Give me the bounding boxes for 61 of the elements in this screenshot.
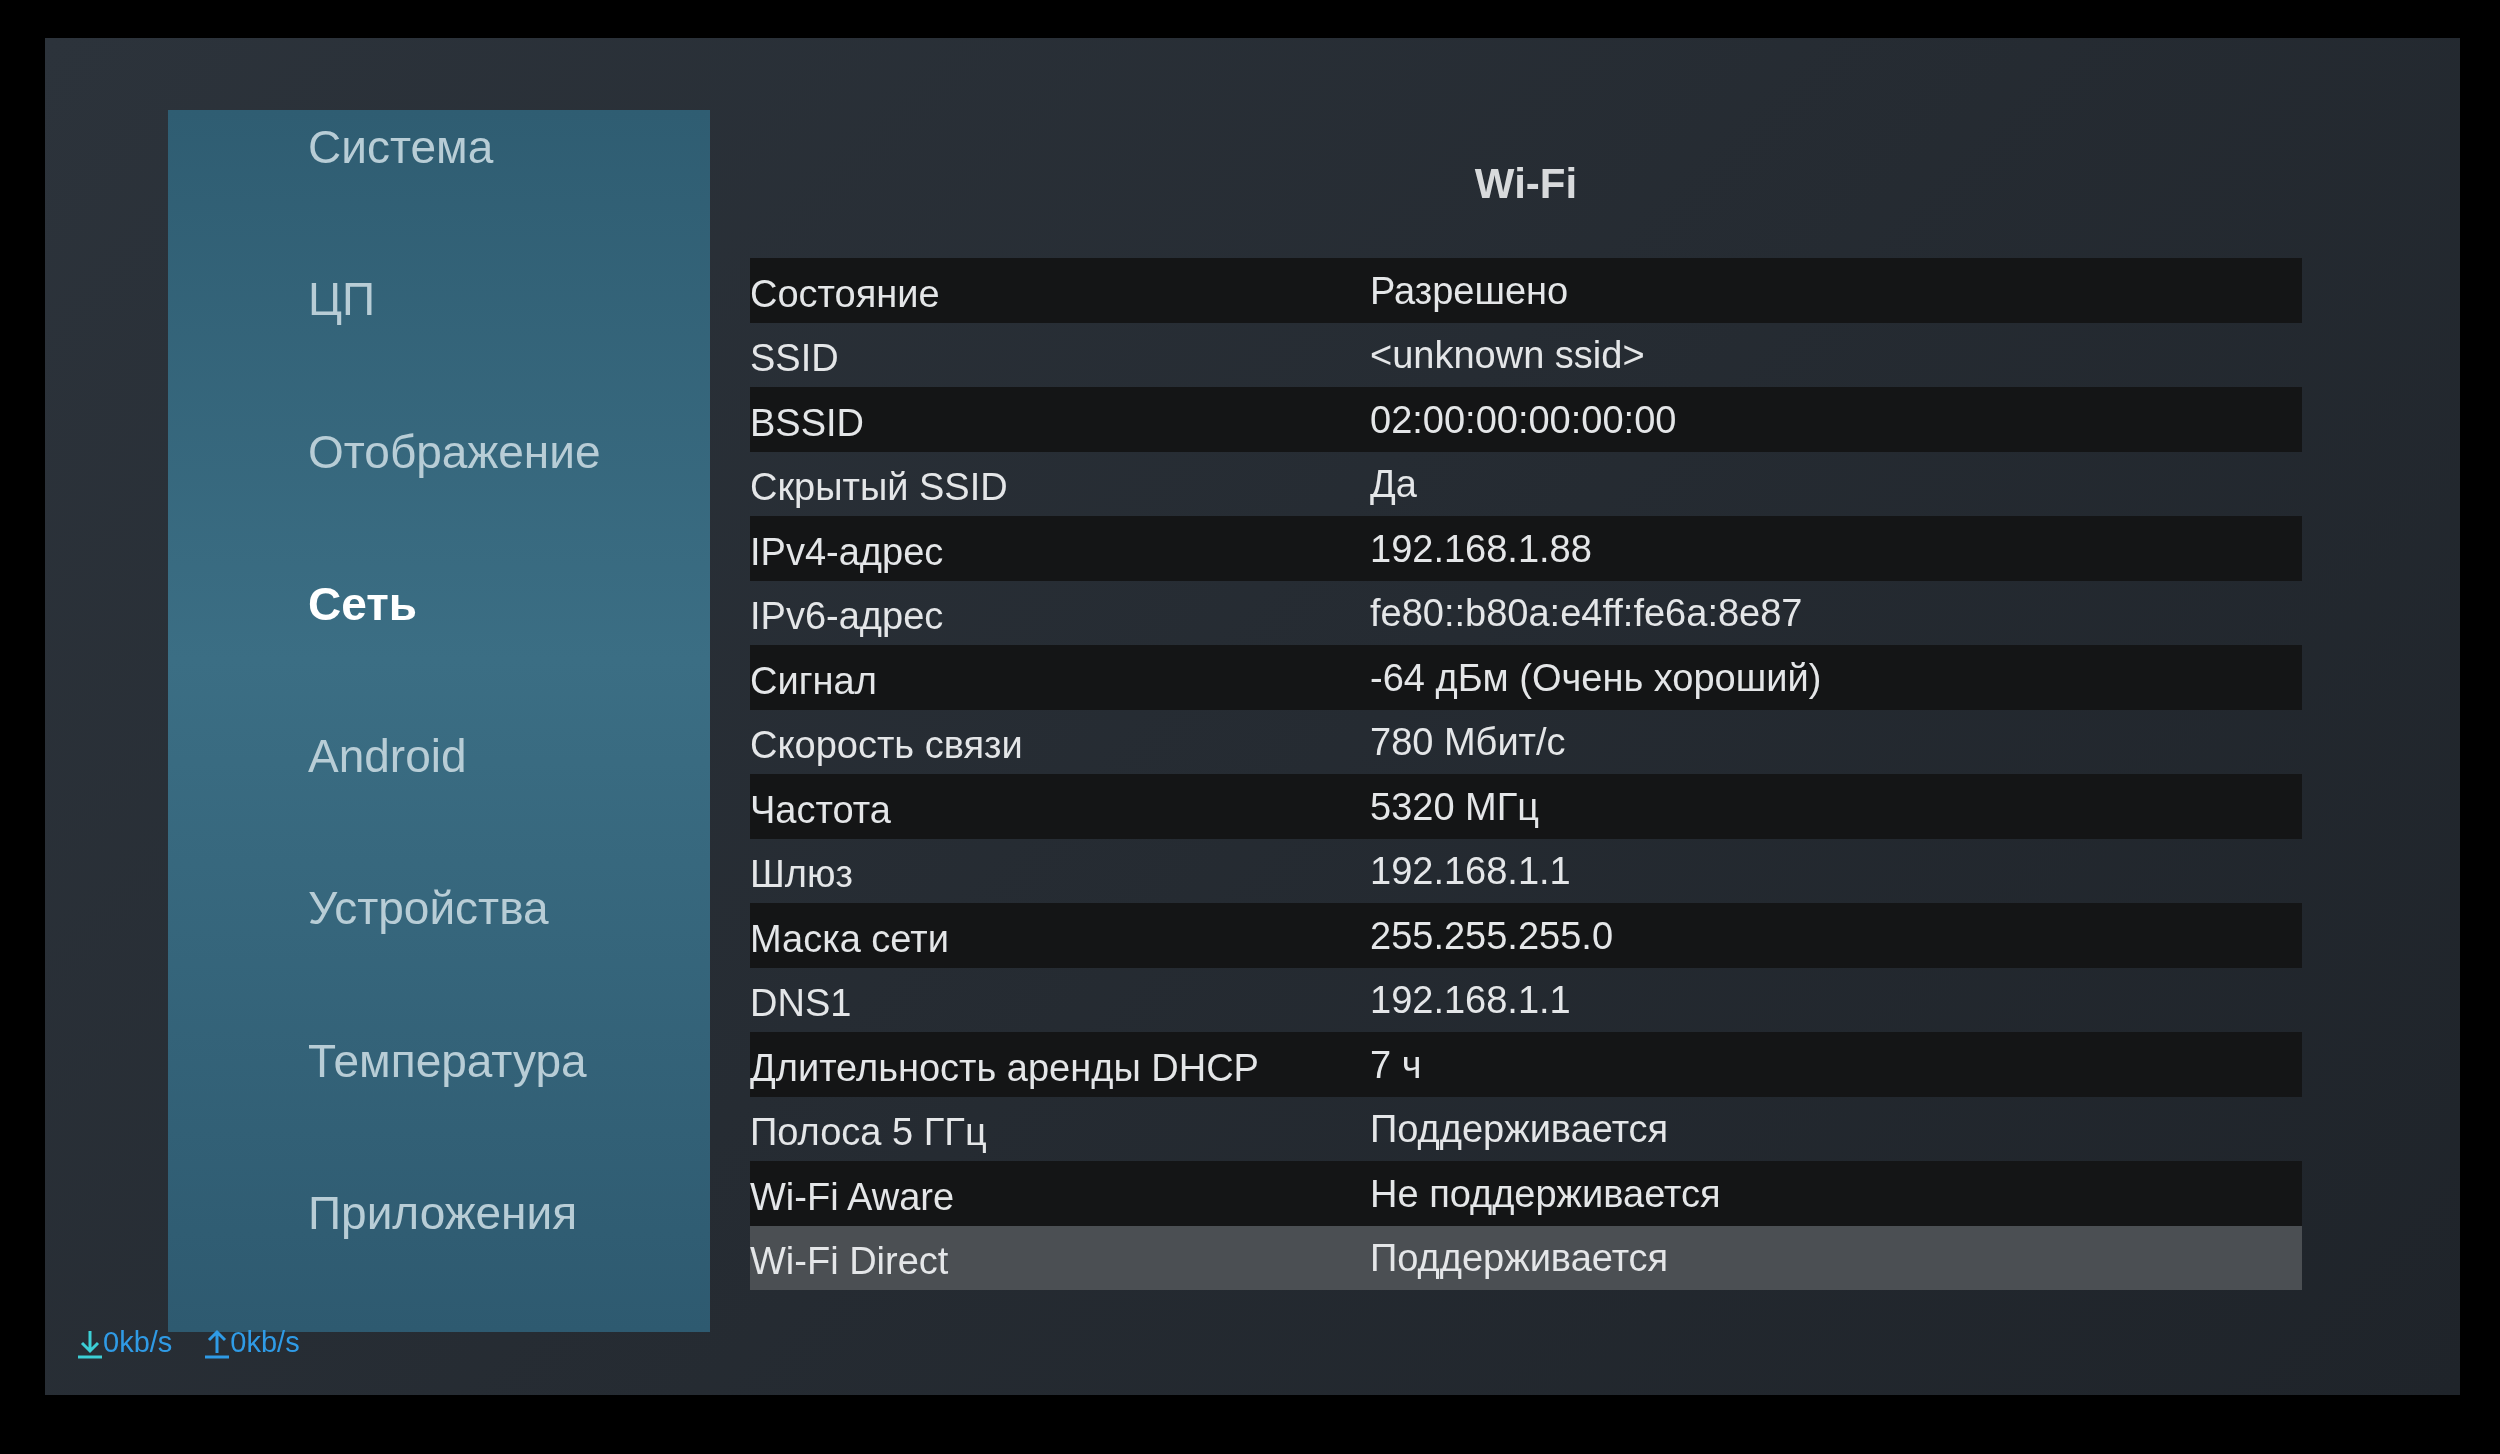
row-label: Полоса 5 ГГц: [750, 1110, 988, 1155]
upload-speed: 0kb/s: [230, 1326, 300, 1359]
row-value: 255.255.255.0: [1370, 913, 1613, 958]
table-row[interactable]: Частота 5320 МГц: [750, 774, 2302, 839]
row-label: Шлюз: [750, 852, 854, 897]
row-label: Частота: [750, 787, 892, 832]
row-value: Поддерживается: [1370, 1107, 1669, 1152]
row-label: Маска сети: [750, 916, 950, 961]
table-row[interactable]: Состояние Разрешено: [750, 258, 2302, 323]
row-label: Скорость связи: [750, 723, 1024, 768]
row-value: 7 ч: [1370, 1042, 1422, 1087]
sidebar-item[interactable]: ЦП: [308, 273, 376, 326]
table-row[interactable]: Шлюз 192.168.1.1: [750, 838, 2302, 903]
table-row[interactable]: IPv4-адрес 192.168.1.88: [750, 516, 2302, 581]
row-label: BSSID: [750, 400, 866, 445]
table-row[interactable]: IPv6-адрес fe80::b80a:e4ff:fe6a:8e87: [750, 580, 2302, 645]
row-value: Не поддерживается: [1370, 1171, 1721, 1216]
sidebar-item[interactable]: Android: [308, 730, 467, 782]
table-row[interactable]: DNS1 192.168.1.1: [750, 967, 2302, 1032]
row-label: Скрытый SSID: [750, 465, 1009, 510]
table-row[interactable]: Wi-Fi Direct Поддерживается: [750, 1225, 2302, 1290]
row-value: 192.168.1.1: [1370, 978, 1571, 1023]
sidebar-item[interactable]: Температура: [308, 1034, 587, 1087]
row-label: Длительность аренды DHCP: [750, 1045, 1260, 1090]
table-row[interactable]: BSSID 02:00:00:00:00:00: [750, 387, 2302, 452]
row-label: DNS1: [750, 981, 853, 1026]
row-value: 5320 МГц: [1370, 784, 1540, 829]
sidebar-item[interactable]: Система: [308, 121, 494, 173]
row-label: Wi-Fi Direct: [750, 1239, 950, 1284]
table-row[interactable]: Сигнал -64 дБм (Очень хороший): [750, 645, 2302, 710]
sidebar-item[interactable]: Отображение: [308, 425, 601, 478]
row-value: -64 дБм (Очень хороший): [1370, 655, 1822, 700]
table-row[interactable]: SSID <unknown ssid>: [750, 322, 2302, 387]
row-value: 780 Мбит/с: [1370, 720, 1566, 765]
row-value: 02:00:00:00:00:00: [1370, 397, 1677, 442]
upload-icon: [204, 1329, 231, 1359]
row-label: IPv4-адрес: [750, 529, 945, 574]
row-value: Поддерживается: [1370, 1236, 1669, 1281]
sidebar-item[interactable]: Приложения: [308, 1186, 578, 1239]
row-label: Сигнал: [750, 658, 878, 703]
row-label: Wi-Fi Aware: [750, 1174, 956, 1219]
row-label: Состояние: [750, 271, 941, 316]
row-value: Разрешено: [1370, 268, 1569, 313]
row-label: SSID: [750, 336, 840, 381]
table-row[interactable]: Длительность аренды DHCP 7 ч: [750, 1032, 2302, 1097]
download-icon: [77, 1329, 103, 1359]
row-value: fe80::b80a:e4ff:fe6a:8e87: [1370, 591, 1803, 636]
table-row[interactable]: Маска сети 255.255.255.0: [750, 903, 2302, 968]
sidebar-item[interactable]: Сеть: [308, 577, 417, 630]
row-value: <unknown ssid>: [1370, 333, 1645, 378]
row-label: IPv6-адрес: [750, 594, 945, 639]
table-row[interactable]: Wi-Fi Aware Не поддерживается: [750, 1161, 2302, 1226]
sidebar-item[interactable]: Устройства: [308, 882, 549, 935]
table-row[interactable]: Скорость связи 780 Мбит/с: [750, 709, 2302, 774]
panel-title: Wi-Fi: [1474, 160, 1578, 208]
row-value: 192.168.1.1: [1370, 849, 1571, 894]
row-value: Да: [1370, 462, 1417, 507]
row-value: 192.168.1.88: [1370, 526, 1592, 571]
table-row[interactable]: Полоса 5 ГГц Поддерживается: [750, 1096, 2302, 1161]
download-speed: 0kb/s: [103, 1326, 173, 1359]
table-row[interactable]: Скрытый SSID Да: [750, 451, 2302, 516]
